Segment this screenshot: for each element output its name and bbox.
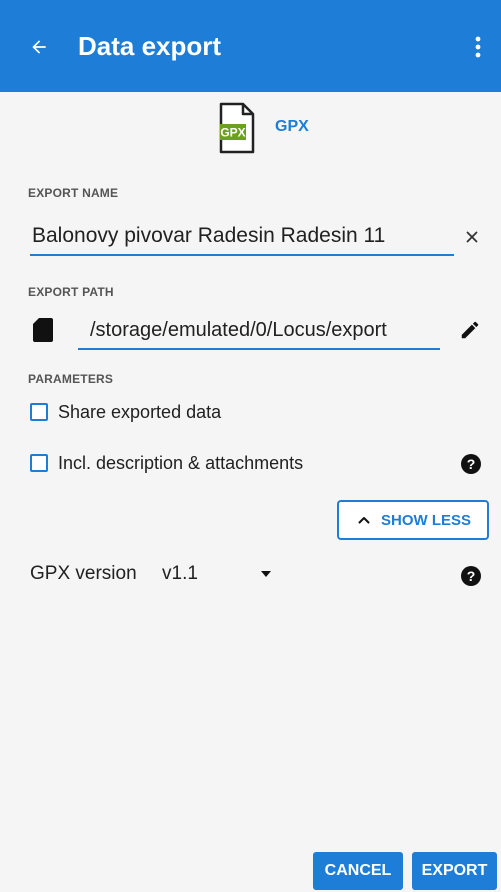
overflow-menu-button[interactable] — [465, 30, 491, 64]
export-name-input[interactable] — [30, 224, 454, 248]
more-vert-icon — [475, 36, 481, 58]
chevron-up-icon — [355, 511, 373, 529]
export-format: GPX GPX — [0, 102, 501, 158]
gpx-version-label: GPX version — [30, 563, 137, 584]
pencil-icon — [461, 321, 479, 339]
incl-description-checkbox[interactable] — [30, 454, 48, 472]
clear-name-button[interactable] — [462, 226, 482, 248]
help-circle-icon: ? — [461, 454, 481, 474]
svg-text:?: ? — [467, 456, 476, 472]
gpx-file-icon: GPX — [219, 102, 255, 154]
export-path-input[interactable] — [78, 318, 440, 342]
svg-text:?: ? — [467, 568, 476, 584]
incl-description-label: Incl. description & attachments — [58, 452, 304, 473]
export-path-label: EXPORT PATH — [28, 285, 114, 299]
export-button[interactable]: EXPORT — [412, 852, 497, 890]
help-circle-icon: ? — [461, 566, 481, 586]
gpx-version-help-button[interactable]: ? — [458, 563, 484, 589]
incl-description-option[interactable]: Incl. description & attachments — [30, 448, 303, 478]
export-name-field — [30, 218, 454, 256]
gpx-version-dropdown[interactable]: v1.1 — [162, 558, 280, 590]
page-title: Data export — [78, 31, 222, 61]
edit-path-button[interactable] — [457, 317, 483, 343]
share-exported-data-checkbox[interactable] — [30, 403, 48, 421]
gpx-badge-text: GPX — [220, 126, 245, 140]
show-less-label: SHOW LESS — [380, 511, 471, 529]
share-exported-data-label: Share exported data — [58, 401, 222, 422]
sd-card-icon — [33, 318, 53, 342]
dropdown-arrow-icon — [261, 571, 271, 577]
parameters-label: PARAMETERS — [28, 372, 114, 386]
arrow-left-icon — [32, 40, 46, 54]
format-label: GPX — [275, 118, 309, 135]
app-bar: Data export — [0, 0, 501, 92]
show-less-button[interactable]: SHOW LESS — [337, 500, 489, 540]
incl-description-help-button[interactable]: ? — [458, 451, 484, 477]
export-name-label: EXPORT NAME — [28, 186, 119, 200]
export-path-field — [78, 312, 440, 350]
gpx-version-value: v1.1 — [162, 563, 198, 584]
back-button[interactable] — [22, 30, 56, 64]
close-icon — [466, 231, 478, 243]
cancel-button[interactable]: CANCEL — [313, 852, 403, 890]
share-exported-data-option[interactable]: Share exported data — [30, 397, 221, 427]
